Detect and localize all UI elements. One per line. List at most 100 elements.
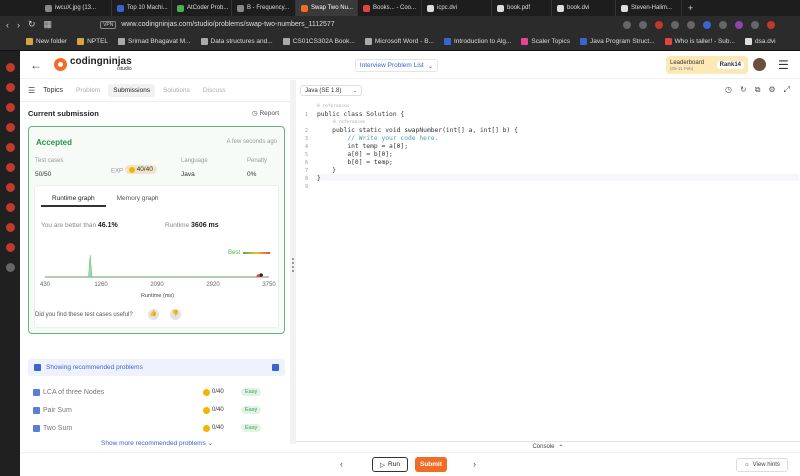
submission-card: Accepted A few seconds ago Test cases 50… [28, 126, 285, 334]
sidebar-app-icon[interactable] [5, 203, 15, 212]
extension-icon[interactable] [639, 20, 648, 29]
tab-runtime-graph[interactable]: Runtime graph [41, 192, 106, 207]
tab-solutions[interactable]: Solutions [158, 84, 195, 97]
tab-favicon-icon [427, 4, 434, 12]
sidebar-app-icon[interactable] [5, 243, 15, 252]
report-button[interactable]: ◷ Report [252, 109, 279, 117]
checkbox-icon[interactable] [272, 364, 279, 371]
extension-icon[interactable] [703, 20, 712, 29]
code-editor[interactable]: 0 references 0 references 1 public class… [296, 101, 800, 441]
thumbs-up-icon[interactable]: 👍 [148, 309, 159, 320]
sidebar-app-icon[interactable] [5, 223, 15, 232]
vpn-badge[interactable]: VPN [100, 20, 117, 29]
bookmark-item[interactable]: Microsoft Word - B... [364, 38, 434, 45]
hamburger-menu-icon[interactable]: ☰ [778, 58, 789, 72]
bookmark-icon [443, 38, 451, 45]
timer-icon[interactable]: ◷ [725, 85, 732, 95]
submission-time: A few seconds ago [226, 139, 277, 145]
bookmark-item[interactable]: Introduction to Alg... [443, 38, 511, 45]
show-more-link[interactable]: Show more recommended problems ⌄ [101, 439, 213, 447]
browser-tab[interactable]: Books... - Coo... [358, 0, 422, 16]
browser-tab[interactable]: book.pdf [492, 0, 552, 16]
list-item[interactable]: Pair Sum 0/40 Easy [33, 404, 285, 416]
browser-tab-active[interactable]: Swap Two Nu... [296, 0, 358, 16]
bookmark-icon [200, 38, 208, 45]
bookmark-item[interactable]: Data structures and... [200, 38, 273, 45]
language-select[interactable]: Java (SE 1.8) ⌄ [300, 85, 362, 96]
sidebar-more-icon[interactable] [5, 263, 15, 272]
extension-icon[interactable] [767, 20, 776, 29]
sidebar-app-icon[interactable] [5, 123, 15, 132]
extension-icon[interactable] [719, 20, 728, 29]
extension-icon[interactable] [655, 20, 664, 29]
browser-tab[interactable]: book.dvi [552, 0, 616, 16]
line-number: 2 [304, 128, 308, 134]
tab-submissions[interactable]: Submissions [108, 84, 156, 97]
tab-discuss[interactable]: Discuss [198, 84, 231, 97]
site-logo[interactable]: codingninjas /studio [54, 57, 132, 72]
browser-tab[interactable]: iwcuX.jpg (13... [40, 0, 112, 16]
drag-handle-icon[interactable] [292, 258, 294, 272]
browser-tab[interactable]: Top 10 Machi... [112, 0, 172, 16]
runtime-text: Runtime 3606 ms [165, 222, 219, 229]
sidebar-app-icon[interactable] [5, 163, 15, 172]
sidebar-app-icon[interactable] [5, 83, 15, 92]
browser-tab-bar: iwcuX.jpg (13... Top 10 Machi... AtCoder… [0, 0, 800, 16]
forward-arrow-icon[interactable]: › [17, 20, 20, 30]
new-tab-icon[interactable]: + [688, 3, 693, 13]
code-lens[interactable]: 0 references [333, 120, 366, 125]
copy-icon[interactable]: ⧉ [755, 85, 761, 95]
bookmark-item[interactable]: NPTEL [77, 38, 108, 45]
view-hints-button[interactable]: ☼ View hints [736, 458, 788, 472]
list-item[interactable]: LCA of three Nodes 0/40 Easy [33, 386, 285, 398]
extension-icon[interactable] [623, 20, 632, 29]
problem-list-dropdown[interactable]: Interview Problem List ⌄ [355, 59, 438, 72]
prev-problem-icon[interactable]: ‹ [340, 459, 343, 469]
browser-tab[interactable]: icpc.dvi [422, 0, 492, 16]
bookmark-item[interactable]: Java Program Struct... [579, 38, 655, 45]
chart-series-area [45, 254, 269, 278]
browser-tab[interactable]: Steven-Halim... [616, 0, 682, 16]
bookmark-item[interactable]: New folder [26, 38, 67, 45]
tab-memory-graph[interactable]: Memory graph [106, 192, 170, 207]
bookmark-item[interactable]: Srimad Bhagavat M... [118, 38, 191, 45]
submit-button[interactable]: Submit [415, 457, 447, 472]
code-lens[interactable]: 0 references [317, 104, 350, 109]
back-arrow-icon[interactable]: ← [30, 58, 42, 72]
reload-icon[interactable]: ↻ [28, 19, 36, 30]
extension-icon[interactable] [687, 20, 696, 29]
next-problem-icon[interactable]: › [473, 459, 476, 469]
thumbs-down-icon[interactable]: 👎 [170, 309, 181, 320]
tab-problem[interactable]: Problem [71, 84, 105, 97]
leaderboard-title: Leaderboard [670, 59, 705, 66]
stat-penalty: Penalty 0% [247, 158, 268, 178]
url-field[interactable]: VPN www.codingninjas.com/studio/problems… [100, 19, 615, 31]
extension-icon[interactable] [671, 20, 680, 29]
bookmark-item[interactable]: Who is taller! - Sub... [664, 38, 735, 45]
bookmark-item[interactable]: Scaler Topics [521, 38, 570, 45]
bookmark-item[interactable]: dsa.dvi [744, 38, 776, 45]
avatar[interactable] [753, 58, 766, 71]
sidebar-app-icon[interactable] [5, 63, 15, 72]
bookmark-item[interactable]: CS01CS302A Book... [282, 38, 355, 45]
sidebar-app-icon[interactable] [5, 183, 15, 192]
browser-tab[interactable]: B - Frequency... [232, 0, 296, 16]
sidebar-app-icon[interactable] [5, 103, 15, 112]
tab-favicon-icon [363, 4, 370, 12]
extension-icon[interactable] [735, 20, 744, 29]
run-button[interactable]: ▷ Run [372, 457, 408, 472]
list-item[interactable]: Two Sum 0/40 Easy [33, 422, 285, 434]
sidebar-app-icon[interactable] [5, 143, 15, 152]
extension-icon[interactable] [751, 20, 760, 29]
reset-icon[interactable]: ↻ [740, 85, 747, 95]
settings-icon[interactable]: ⚙ [768, 85, 775, 95]
fullscreen-icon[interactable]: ⤢ [784, 85, 790, 95]
browser-tab[interactable]: AtCoder Prob... [172, 0, 232, 16]
tab-grid-icon[interactable]: ▦ [44, 19, 53, 30]
tab-topics[interactable]: Topics [38, 84, 68, 97]
x-tick-label: 430 [39, 282, 51, 288]
console-toggle[interactable]: Console ⌃ [296, 441, 800, 452]
topics-icon[interactable]: ☰ [28, 86, 35, 95]
leaderboard-widget[interactable]: Leaderboard (05-11 Feb) Rank14 [666, 56, 748, 74]
back-arrow-icon[interactable]: ‹ [6, 20, 9, 30]
